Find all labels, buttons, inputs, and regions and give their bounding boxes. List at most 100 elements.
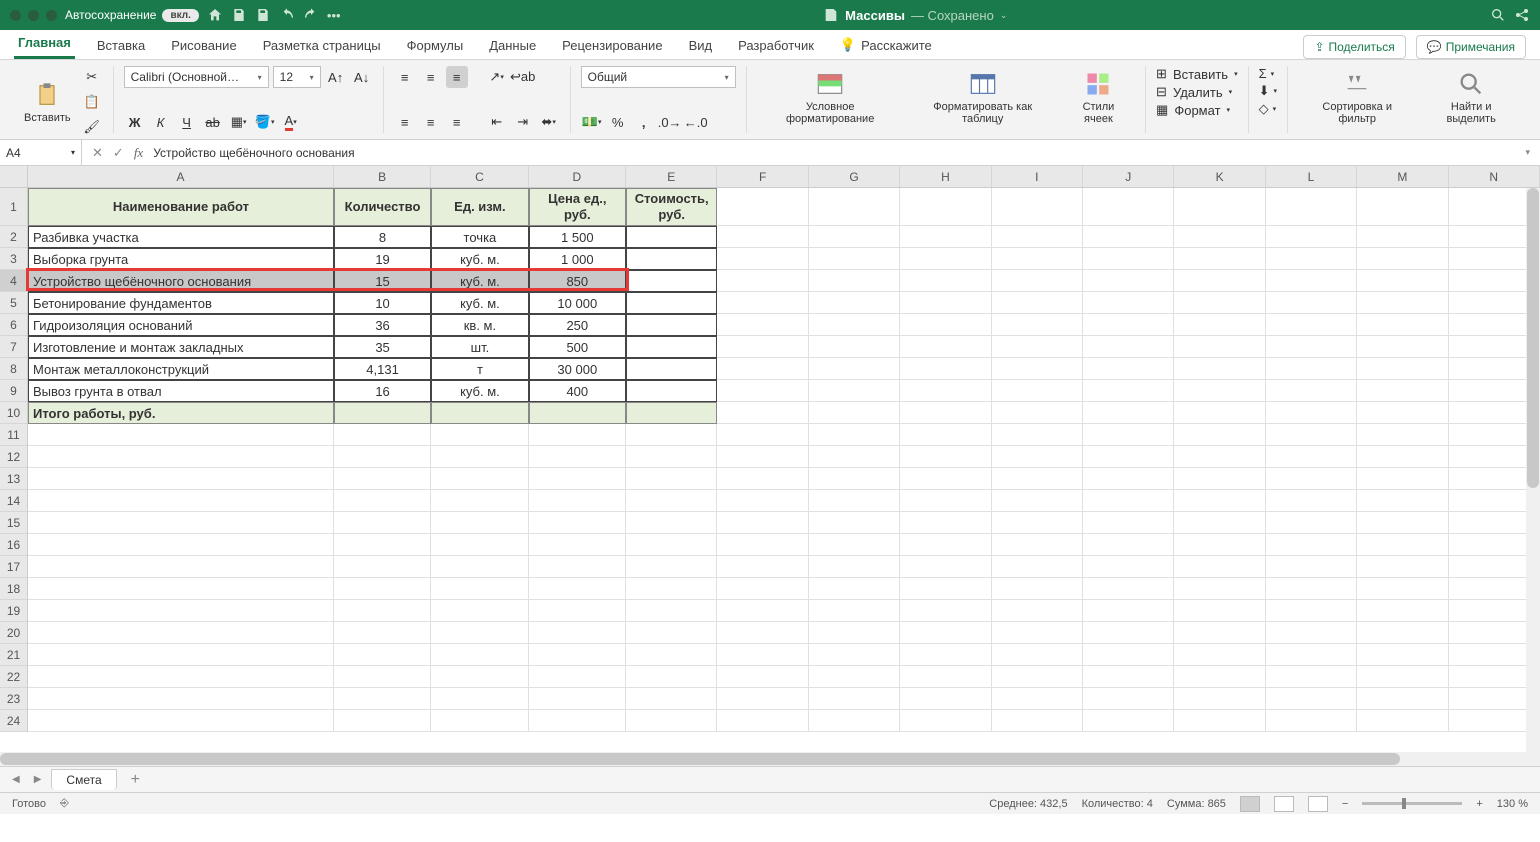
cell[interactable]: [431, 556, 528, 578]
cell[interactable]: 4,131: [334, 358, 431, 380]
cell[interactable]: [809, 600, 900, 622]
view-page-layout-icon[interactable]: [1274, 796, 1294, 812]
row-header[interactable]: 9: [0, 380, 27, 402]
cell[interactable]: [334, 490, 431, 512]
save-return-icon[interactable]: [255, 7, 271, 23]
cell[interactable]: [900, 336, 991, 358]
cell[interactable]: [992, 534, 1083, 556]
col-header[interactable]: M: [1357, 166, 1448, 187]
col-header[interactable]: J: [1083, 166, 1174, 187]
cell[interactable]: [900, 578, 991, 600]
cell[interactable]: [1357, 314, 1448, 336]
cell[interactable]: [1083, 578, 1174, 600]
percent-icon[interactable]: %: [607, 111, 629, 133]
spreadsheet-grid[interactable]: ABCDEFGHIJKLMN 1234567891011121314151617…: [0, 166, 1540, 752]
autosum-icon[interactable]: Σ ▾: [1259, 66, 1277, 81]
cell[interactable]: [992, 336, 1083, 358]
cell[interactable]: [1083, 270, 1174, 292]
cell[interactable]: [992, 622, 1083, 644]
underline-button[interactable]: Ч: [176, 111, 198, 133]
cell[interactable]: [1083, 644, 1174, 666]
cell[interactable]: [431, 622, 528, 644]
cell[interactable]: [626, 622, 717, 644]
cell[interactable]: [717, 468, 808, 490]
cell[interactable]: [28, 688, 334, 710]
cell[interactable]: [431, 644, 528, 666]
cell[interactable]: [626, 358, 717, 380]
cell[interactable]: [1357, 380, 1448, 402]
cell[interactable]: [992, 402, 1083, 424]
horizontal-scrollbar[interactable]: [0, 752, 1540, 766]
row-header[interactable]: 7: [0, 336, 27, 358]
cell[interactable]: [1357, 490, 1448, 512]
cell[interactable]: [1174, 490, 1265, 512]
cell[interactable]: [431, 600, 528, 622]
delete-cells-button[interactable]: ⊟Удалить▾: [1156, 84, 1238, 100]
cell[interactable]: [717, 248, 808, 270]
row-header[interactable]: 4: [0, 270, 27, 292]
conditional-formatting-button[interactable]: Условное форматирование: [757, 66, 904, 129]
col-header[interactable]: F: [717, 166, 808, 187]
row-header[interactable]: 5: [0, 292, 27, 314]
cell[interactable]: [900, 270, 991, 292]
cell[interactable]: [1083, 490, 1174, 512]
cell[interactable]: [1266, 270, 1357, 292]
cell[interactable]: [1357, 600, 1448, 622]
cell[interactable]: [626, 314, 717, 336]
cell[interactable]: [626, 336, 717, 358]
cell[interactable]: [1174, 226, 1265, 248]
tab-review[interactable]: Рецензирование: [558, 32, 666, 59]
cell[interactable]: [1174, 688, 1265, 710]
cell[interactable]: [334, 666, 431, 688]
cell[interactable]: [1174, 402, 1265, 424]
cell[interactable]: [1357, 270, 1448, 292]
cell[interactable]: [809, 292, 900, 314]
cell[interactable]: [1083, 226, 1174, 248]
cell[interactable]: [626, 534, 717, 556]
cell[interactable]: [529, 578, 626, 600]
tab-draw[interactable]: Рисование: [167, 32, 240, 59]
col-header[interactable]: A: [28, 166, 334, 187]
cell[interactable]: [529, 666, 626, 688]
cell[interactable]: [529, 600, 626, 622]
cell[interactable]: [334, 534, 431, 556]
cell[interactable]: Наименование работ: [28, 188, 334, 226]
cell[interactable]: [1174, 578, 1265, 600]
cut-icon[interactable]: ✂: [81, 66, 103, 88]
cell[interactable]: [717, 446, 808, 468]
cell[interactable]: [900, 688, 991, 710]
cell[interactable]: [900, 314, 991, 336]
cell[interactable]: [28, 622, 334, 644]
cell[interactable]: [626, 292, 717, 314]
cell[interactable]: [334, 556, 431, 578]
cell[interactable]: [1266, 358, 1357, 380]
cell[interactable]: куб. м.: [431, 248, 528, 270]
cell[interactable]: [900, 600, 991, 622]
cell[interactable]: [1357, 446, 1448, 468]
row-header[interactable]: 21: [0, 644, 27, 666]
cell[interactable]: [717, 292, 808, 314]
cell[interactable]: [1174, 248, 1265, 270]
cell[interactable]: [1266, 226, 1357, 248]
cell[interactable]: Ед. изм.: [431, 188, 528, 226]
window-controls[interactable]: [10, 10, 57, 21]
cell[interactable]: [992, 490, 1083, 512]
increase-indent-icon[interactable]: ⇥: [512, 111, 534, 133]
cell[interactable]: [1083, 446, 1174, 468]
cell[interactable]: 36: [334, 314, 431, 336]
cell[interactable]: [717, 380, 808, 402]
cell[interactable]: [809, 622, 900, 644]
cell[interactable]: [809, 270, 900, 292]
cell[interactable]: [992, 188, 1083, 226]
cell[interactable]: [809, 578, 900, 600]
cell[interactable]: [1083, 534, 1174, 556]
cell[interactable]: [900, 468, 991, 490]
cell[interactable]: [1083, 402, 1174, 424]
cell[interactable]: [1266, 336, 1357, 358]
cell[interactable]: [1357, 644, 1448, 666]
align-right-icon[interactable]: ≡: [446, 111, 468, 133]
decrease-indent-icon[interactable]: ⇤: [486, 111, 508, 133]
cell[interactable]: [1174, 446, 1265, 468]
cell[interactable]: [900, 446, 991, 468]
cell[interactable]: [992, 380, 1083, 402]
